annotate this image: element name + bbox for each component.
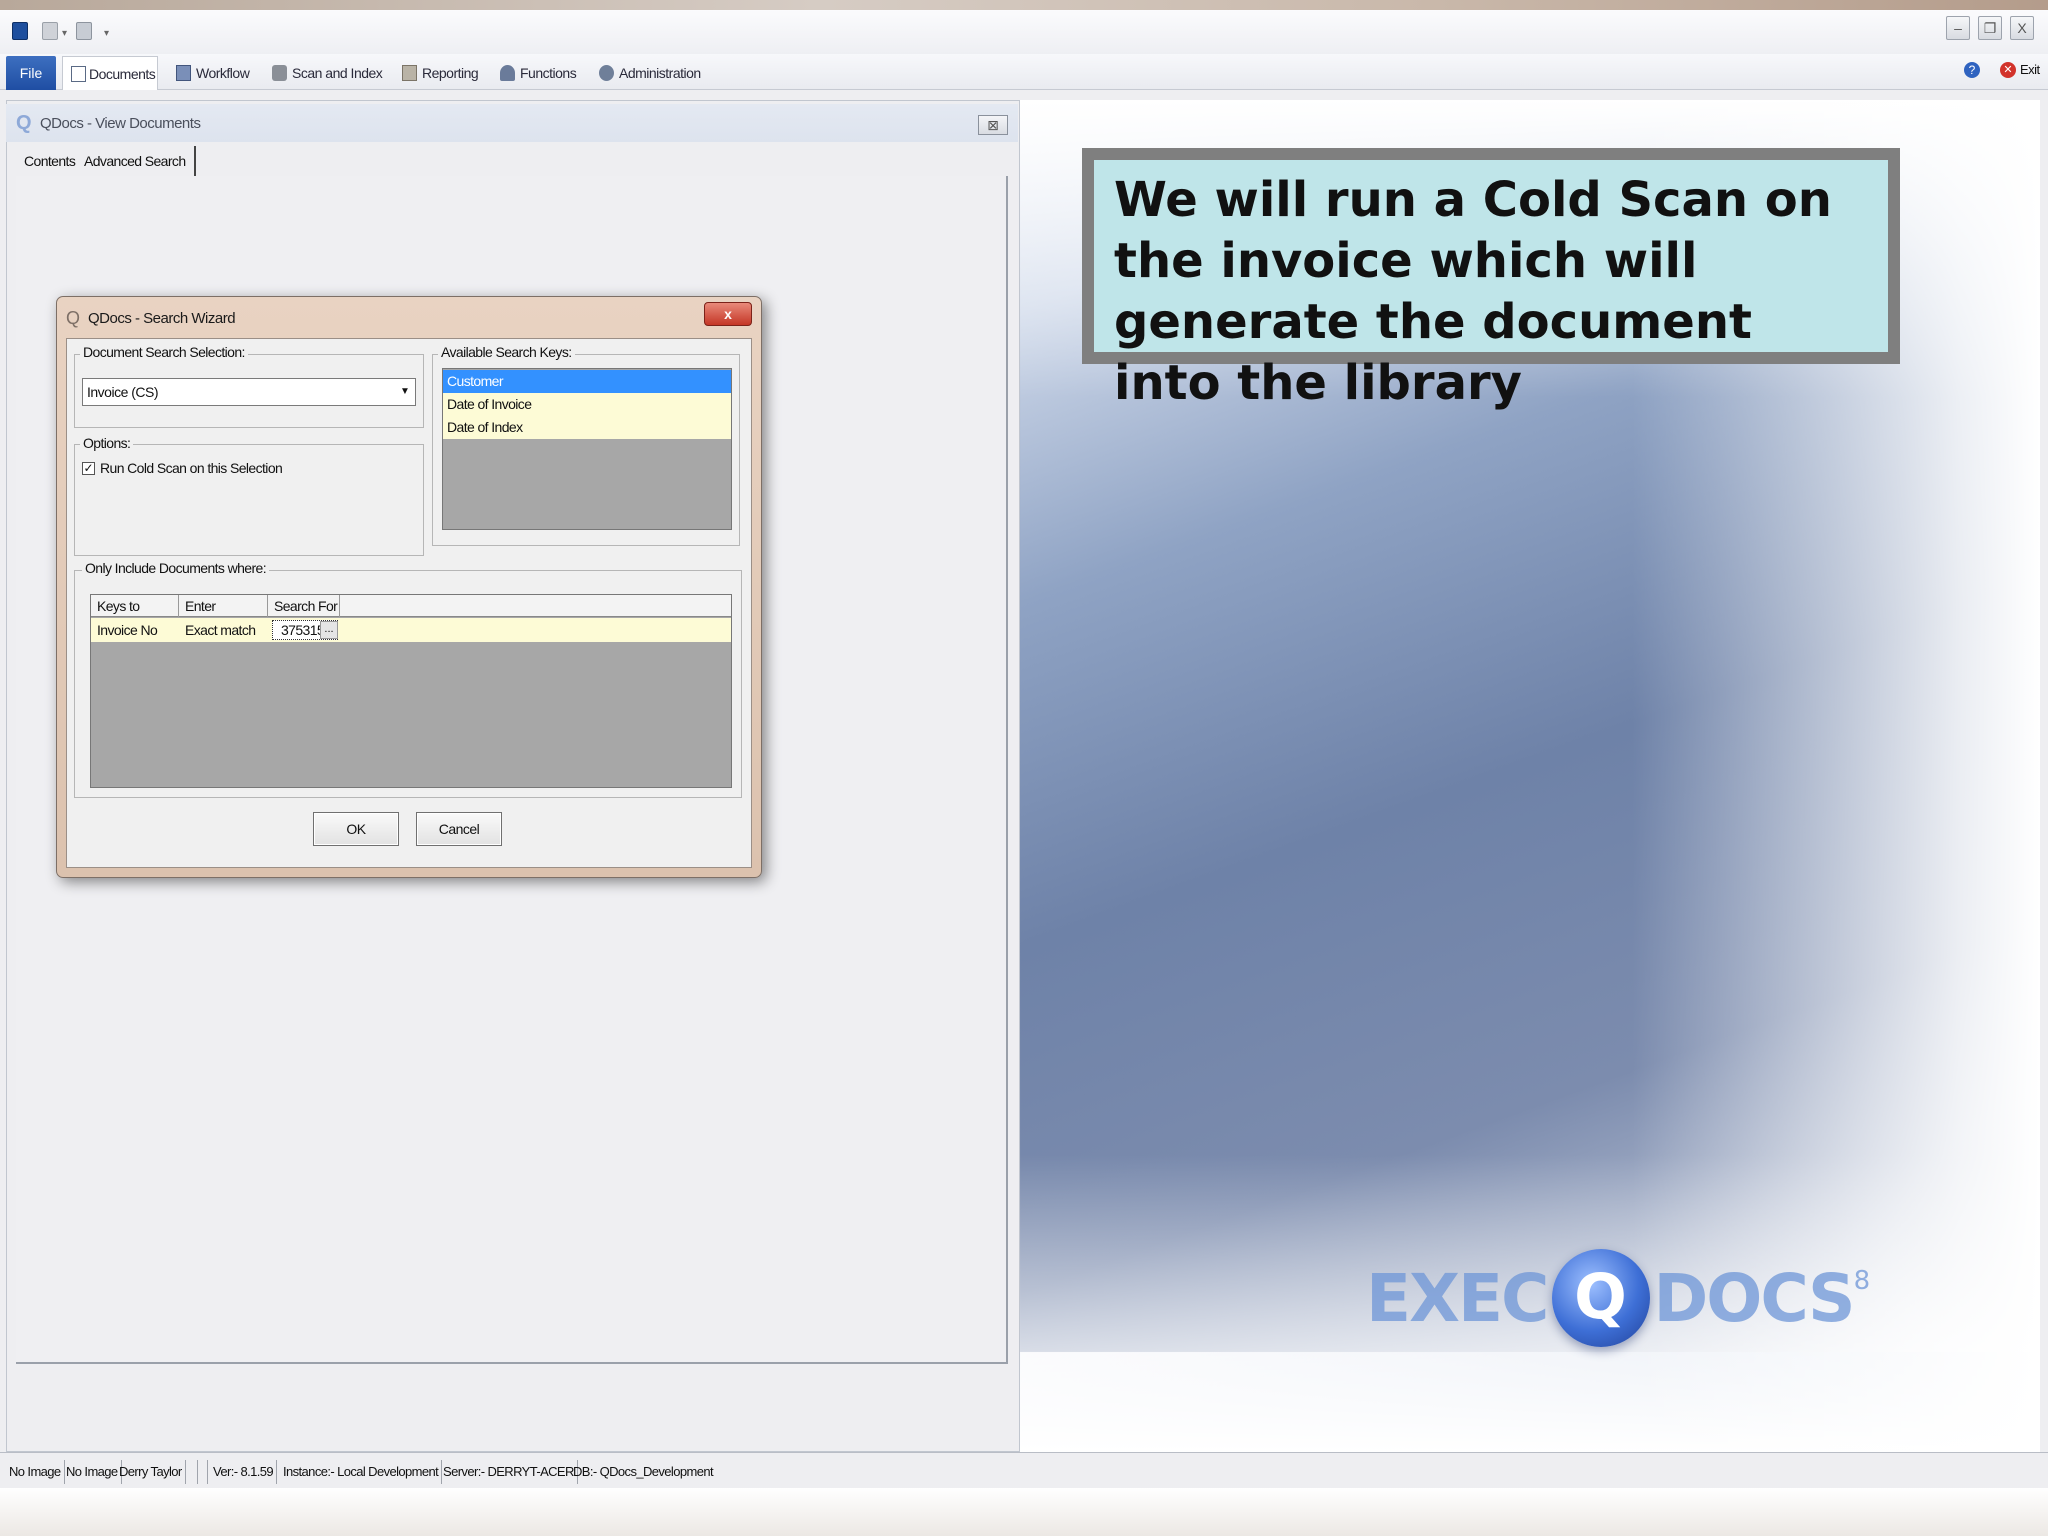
options-label: Options: xyxy=(80,435,134,451)
status-image-2: No Image xyxy=(63,1460,122,1484)
tab-functions[interactable]: Functions xyxy=(498,56,577,90)
document-search-selection-label: Document Search Selection: xyxy=(80,344,248,360)
column-header[interactable]: Keys to Search xyxy=(91,595,179,636)
document-icon xyxy=(71,66,86,82)
window-bottom-border xyxy=(0,1488,2048,1536)
available-search-keys-label: Available Search Keys: xyxy=(438,344,575,360)
tab-reporting[interactable]: Reporting xyxy=(400,56,479,90)
ellipsis-button[interactable]: ... xyxy=(320,621,338,639)
cold-scan-label[interactable]: Run Cold Scan on this Selection xyxy=(100,460,283,476)
logo-q-icon: Q xyxy=(1551,1249,1650,1347)
qat-customize-icon[interactable]: ▾ xyxy=(104,28,109,39)
view-documents-title: QDocs - View Documents xyxy=(40,115,201,132)
logo-version: 8 xyxy=(1853,1266,1871,1296)
app-icon[interactable] xyxy=(12,22,28,40)
tab-administration[interactable]: Administration xyxy=(597,56,701,90)
functions-icon xyxy=(500,65,515,81)
quick-access-toolbar xyxy=(0,10,2048,54)
exit-button[interactable]: Exit xyxy=(2020,62,2040,77)
status-version: Ver:- 8.1.59 xyxy=(210,1460,278,1484)
ok-button[interactable]: OK xyxy=(313,812,399,846)
tab-workflow[interactable]: Workflow xyxy=(174,56,250,90)
execqdocs-logo: EXEC Q DOCS 8 xyxy=(1366,1248,1870,1348)
status-empty-2 xyxy=(200,1460,208,1484)
exit-icon[interactable]: ✕ xyxy=(2000,62,2016,78)
list-item[interactable]: Date of Invoice xyxy=(443,393,731,416)
help-icon[interactable]: ? xyxy=(1964,62,1980,78)
column-header[interactable]: Search For xyxy=(268,595,340,617)
column-header[interactable]: Enter Condition xyxy=(179,595,268,636)
search-wizard-title: QDocs - Search Wizard xyxy=(88,310,236,327)
status-server: Server:- DERRYT-ACER xyxy=(440,1460,578,1484)
cell-condition[interactable]: Exact match xyxy=(179,618,268,642)
status-user: Derry Taylor xyxy=(116,1460,186,1484)
restore-button[interactable]: ❐ xyxy=(1978,16,2002,40)
document-type-select[interactable]: Invoice (CS) xyxy=(82,378,416,406)
tab-documents[interactable]: Documents xyxy=(62,56,158,90)
close-document-window-button[interactable]: ⊠ xyxy=(978,115,1008,135)
chevron-down-icon[interactable]: ▼ xyxy=(396,382,414,402)
printer-icon xyxy=(402,65,417,81)
tab-functions-label: Functions xyxy=(520,65,577,81)
tab-scan-label: Scan and Index xyxy=(292,65,383,81)
close-dialog-button[interactable]: x xyxy=(704,302,752,326)
tab-contents[interactable]: Contents xyxy=(16,146,83,176)
list-item[interactable]: Customer xyxy=(443,370,731,393)
close-window-button[interactable]: X xyxy=(2010,16,2034,40)
logo-text-right: DOCS xyxy=(1653,1259,1856,1337)
status-db: DB:- QDocs_Development xyxy=(573,1464,714,1479)
gear-icon xyxy=(599,65,614,81)
print-icon[interactable] xyxy=(76,22,92,40)
list-item[interactable]: Date of Index xyxy=(443,416,731,439)
criteria-label: Only Include Documents where: xyxy=(82,560,270,576)
tab-advanced-search[interactable]: Advanced Search xyxy=(76,146,196,176)
workflow-icon xyxy=(176,65,191,81)
tab-workflow-label: Workflow xyxy=(196,65,250,81)
minimize-button[interactable]: – xyxy=(1946,16,1970,40)
tab-scan-and-index[interactable]: Scan and Index xyxy=(270,56,383,90)
status-image-1: No Image xyxy=(6,1460,65,1484)
tab-reporting-label: Reporting xyxy=(422,65,479,81)
tab-administration-label: Administration xyxy=(619,65,701,81)
scanner-icon xyxy=(272,65,287,81)
save-icon[interactable] xyxy=(42,22,58,40)
logo-text-left: EXEC xyxy=(1366,1259,1549,1337)
cold-scan-checkbox[interactable]: ✓ xyxy=(82,462,95,475)
status-empty-1 xyxy=(190,1460,198,1484)
qdocs-icon: Q xyxy=(66,308,81,328)
cell-key[interactable]: Invoice No xyxy=(91,618,179,642)
window-top-border xyxy=(0,0,2048,10)
qdocs-icon: Q xyxy=(16,112,32,134)
status-instance: Instance:- Local Development xyxy=(280,1460,443,1484)
tutorial-caption: We will run a Cold Scan on the invoice w… xyxy=(1082,148,1900,411)
cancel-button[interactable]: Cancel xyxy=(416,812,502,846)
tab-documents-label: Documents xyxy=(89,66,156,82)
qat-dropdown-icon[interactable]: ▾ xyxy=(62,28,67,39)
file-tab[interactable]: File xyxy=(6,56,56,90)
